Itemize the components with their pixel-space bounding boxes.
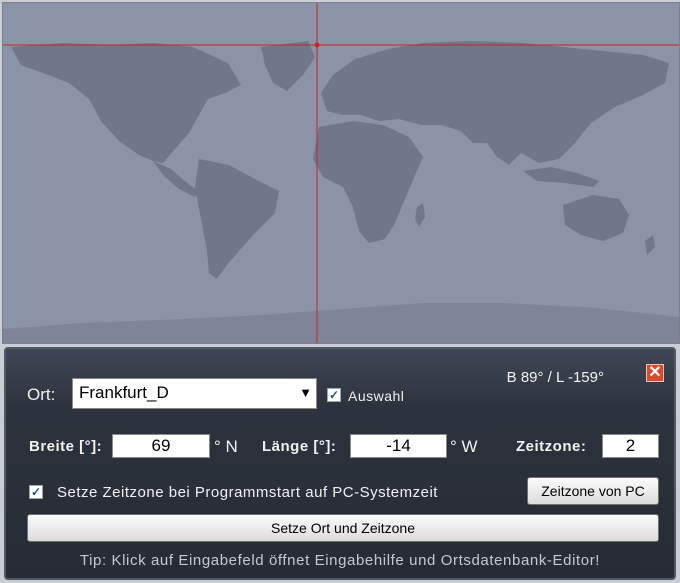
auswahl-checkbox[interactable]: ✓ (327, 388, 341, 402)
close-icon[interactable]: ✕ (646, 364, 664, 382)
setze-zeitzone-checkbox[interactable]: ✓ (29, 485, 43, 499)
breite-input[interactable]: 69 (112, 434, 210, 458)
breite-unit: ° N (214, 437, 238, 456)
setze-zeitzone-label: Setze Zeitzone bei Programmstart auf PC-… (57, 484, 438, 501)
breite-label: Breite [°]: (29, 438, 103, 455)
world-map[interactable] (2, 2, 680, 344)
ort-select-value: Frankfurt_D (79, 383, 169, 402)
zeitzone-von-pc-button[interactable]: Zeitzone von PC (527, 477, 659, 505)
chevron-down-icon[interactable]: ▼ (299, 385, 312, 400)
crosshair-marker (314, 42, 320, 48)
location-panel: Ort: Frankfurt_D ▼ ✓ Auswahl B 89° / L -… (4, 347, 676, 580)
laenge-label: Länge [°]: (262, 438, 337, 455)
zeitzone-label: Zeitzone: (516, 438, 587, 455)
zeitzone-input[interactable]: 2 (602, 434, 659, 458)
laenge-unit: ° W (450, 437, 478, 456)
setze-ort-und-zeitzone-button[interactable]: Setze Ort und Zeitzone (27, 514, 659, 542)
ort-select[interactable]: Frankfurt_D ▼ (72, 378, 317, 409)
laenge-input[interactable]: -14 (350, 434, 447, 458)
world-map-canvas[interactable] (3, 3, 679, 343)
ort-label: Ort: (27, 385, 56, 404)
auswahl-label: Auswahl (348, 388, 405, 404)
location-settings-window: Ort: Frankfurt_D ▼ ✓ Auswahl B 89° / L -… (0, 0, 680, 583)
tip-text: Tip: Klick auf Eingabefeld öffnet Eingab… (79, 552, 601, 569)
coordinate-readout: B 89° / L -159° (506, 369, 604, 386)
